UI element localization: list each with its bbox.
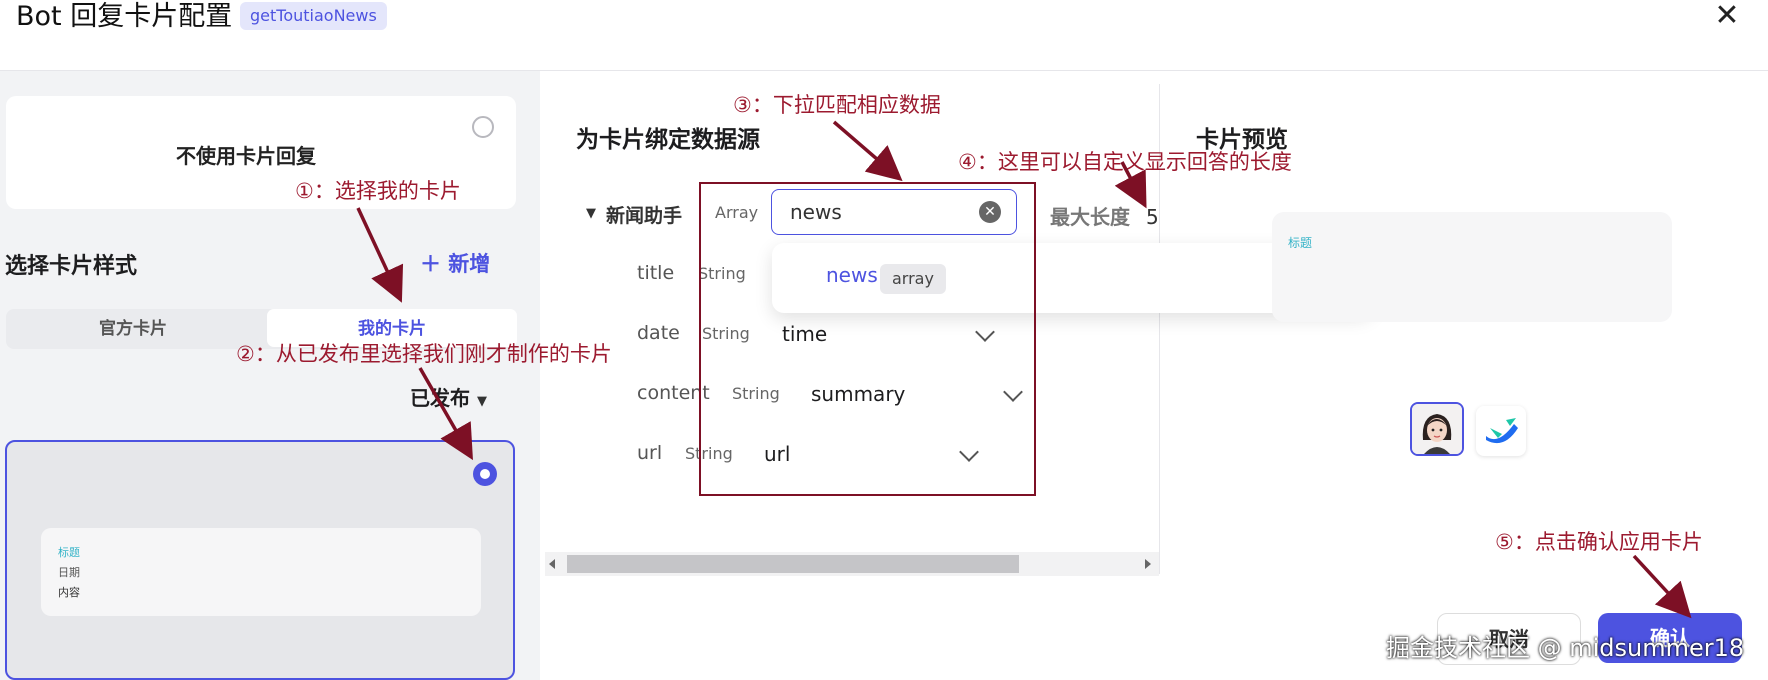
- arrow-4: [1114, 161, 1147, 209]
- arrow-2: [418, 367, 473, 461]
- annotation-arrows: [356, 120, 1692, 619]
- arrow-5: [1632, 554, 1692, 619]
- arrow-3: [832, 120, 903, 182]
- watermark: 掘金技术社区 @ midsummer18: [1386, 634, 1745, 662]
- arrow-1: [356, 207, 404, 303]
